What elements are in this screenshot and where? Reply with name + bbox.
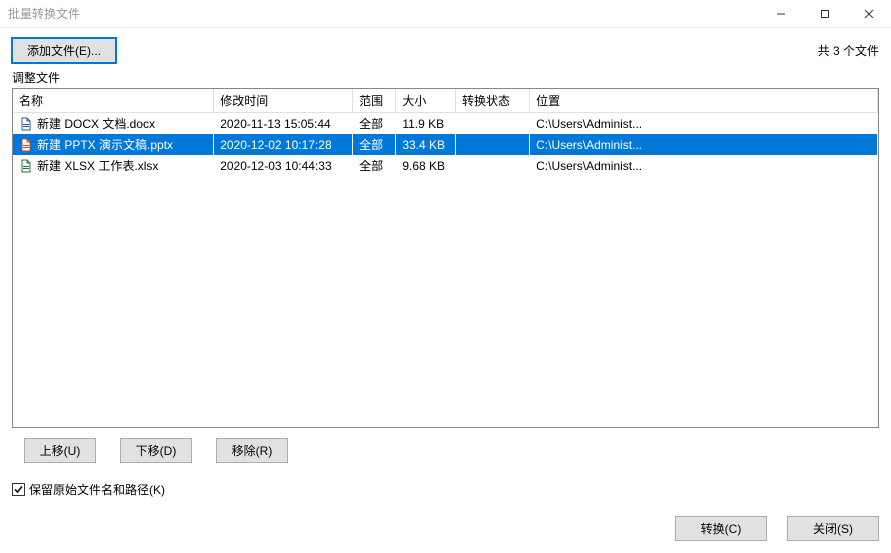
- cell-scope: 全部: [353, 134, 396, 155]
- cell-size: 9.68 KB: [396, 155, 456, 176]
- convert-button[interactable]: 转换(C): [675, 516, 767, 541]
- move-down-button[interactable]: 下移(D): [120, 438, 192, 463]
- cell-scope: 全部: [353, 155, 396, 176]
- remove-button[interactable]: 移除(R): [216, 438, 288, 463]
- col-status[interactable]: 转换状态: [456, 89, 530, 113]
- cell-name: 新建 XLSX 工作表.xlsx: [13, 155, 214, 176]
- cell-status: [456, 113, 530, 135]
- window-title: 批量转换文件: [8, 5, 759, 22]
- section-label: 调整文件: [12, 69, 879, 86]
- cell-size: 33.4 KB: [396, 134, 456, 155]
- cell-location: C:\Users\Administ...: [530, 134, 878, 155]
- file-icon: [19, 138, 33, 152]
- cell-modified: 2020-12-03 10:44:33: [214, 155, 353, 176]
- keep-original-label: 保留原始文件名和路径(K): [29, 481, 165, 498]
- file-table-container: 名称 修改时间 范围 大小 转换状态 位置 新建 DOCX 文档.docx202…: [12, 88, 879, 428]
- cell-status: [456, 155, 530, 176]
- close-button[interactable]: [847, 0, 891, 28]
- col-scope[interactable]: 范围: [353, 89, 396, 113]
- col-location[interactable]: 位置: [530, 89, 878, 113]
- cell-size: 11.9 KB: [396, 113, 456, 135]
- cell-modified: 2020-12-02 10:17:28: [214, 134, 353, 155]
- table-header-row: 名称 修改时间 范围 大小 转换状态 位置: [13, 89, 878, 113]
- col-name[interactable]: 名称: [13, 89, 214, 113]
- table-row[interactable]: 新建 DOCX 文档.docx2020-11-13 15:05:44全部11.9…: [13, 113, 878, 135]
- file-icon: [19, 159, 33, 173]
- titlebar: 批量转换文件: [0, 0, 891, 28]
- cell-name: 新建 PPTX 演示文稿.pptx: [13, 134, 214, 155]
- cell-location: C:\Users\Administ...: [530, 113, 878, 135]
- cell-name: 新建 DOCX 文档.docx: [13, 113, 214, 135]
- table-row[interactable]: 新建 PPTX 演示文稿.pptx2020-12-02 10:17:28全部33…: [13, 134, 878, 155]
- cell-status: [456, 134, 530, 155]
- file-icon: [19, 117, 33, 131]
- maximize-button[interactable]: [803, 0, 847, 28]
- keep-original-checkbox[interactable]: [12, 483, 25, 496]
- col-modified[interactable]: 修改时间: [214, 89, 353, 113]
- col-size[interactable]: 大小: [396, 89, 456, 113]
- file-count-label: 共 3 个文件: [818, 42, 879, 59]
- close-dialog-button[interactable]: 关闭(S): [787, 516, 879, 541]
- add-file-button[interactable]: 添加文件(E)...: [12, 38, 116, 63]
- cell-location: C:\Users\Administ...: [530, 155, 878, 176]
- file-table[interactable]: 名称 修改时间 范围 大小 转换状态 位置 新建 DOCX 文档.docx202…: [13, 89, 878, 176]
- table-row[interactable]: 新建 XLSX 工作表.xlsx2020-12-03 10:44:33全部9.6…: [13, 155, 878, 176]
- cell-scope: 全部: [353, 113, 396, 135]
- minimize-button[interactable]: [759, 0, 803, 28]
- move-up-button[interactable]: 上移(U): [24, 438, 96, 463]
- cell-modified: 2020-11-13 15:05:44: [214, 113, 353, 135]
